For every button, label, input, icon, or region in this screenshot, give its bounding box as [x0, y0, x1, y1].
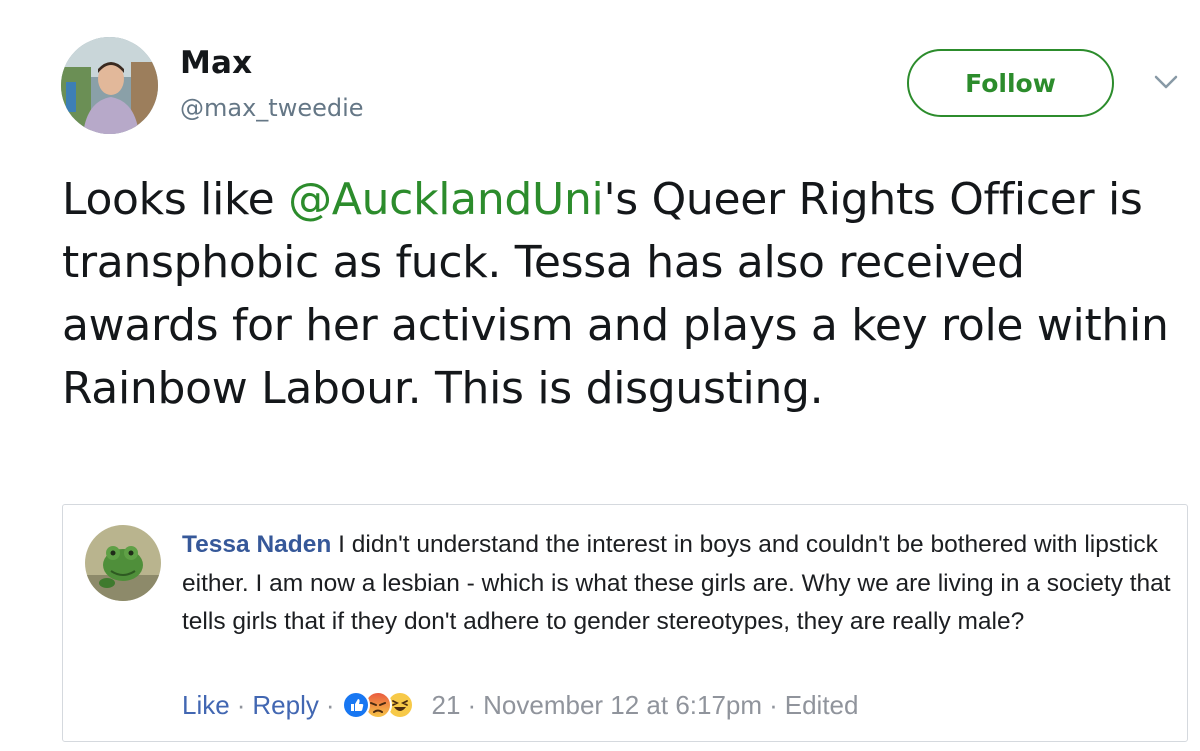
separator-dot: ·	[769, 689, 778, 720]
comment-text: Tessa Naden I didn't understand the inte…	[182, 526, 1172, 642]
edited-label[interactable]: Edited	[785, 690, 859, 721]
commenter-avatar	[85, 525, 161, 601]
comment-author[interactable]: Tessa Naden	[182, 531, 331, 558]
profile-avatar[interactable]	[61, 37, 158, 134]
chevron-down-icon[interactable]	[1153, 72, 1179, 92]
follow-button[interactable]: Follow	[907, 49, 1114, 117]
reply-link[interactable]: Reply	[252, 690, 318, 721]
tweet-text: Looks like @AucklandUni's Queer Rights O…	[62, 168, 1182, 420]
reactions-summary[interactable]	[341, 690, 422, 720]
comment-timestamp[interactable]: November 12 at 6:17pm	[483, 690, 762, 721]
mention-link[interactable]: @AucklandUni	[288, 174, 604, 225]
like-link[interactable]: Like	[182, 690, 230, 721]
comment-body: I didn't understand the interest in boys…	[182, 531, 1171, 635]
separator-dot: ·	[467, 689, 477, 720]
user-handle[interactable]: @max_tweedie	[180, 94, 364, 122]
avatar-photo-icon	[61, 37, 158, 134]
separator-dot: ·	[236, 689, 246, 720]
display-name[interactable]: Max	[180, 45, 252, 81]
tweet-text-start: Looks like	[62, 174, 289, 225]
reaction-count[interactable]: 21	[432, 690, 461, 721]
embedded-comment-image[interactable]: Tessa Naden I didn't understand the inte…	[62, 504, 1188, 742]
separator-dot: ·	[325, 689, 335, 720]
like-reaction-icon	[341, 691, 370, 719]
comment-actions: Like · Reply · 21 · November 12 at 6:17p…	[182, 685, 858, 725]
frog-avatar-icon	[85, 525, 161, 601]
